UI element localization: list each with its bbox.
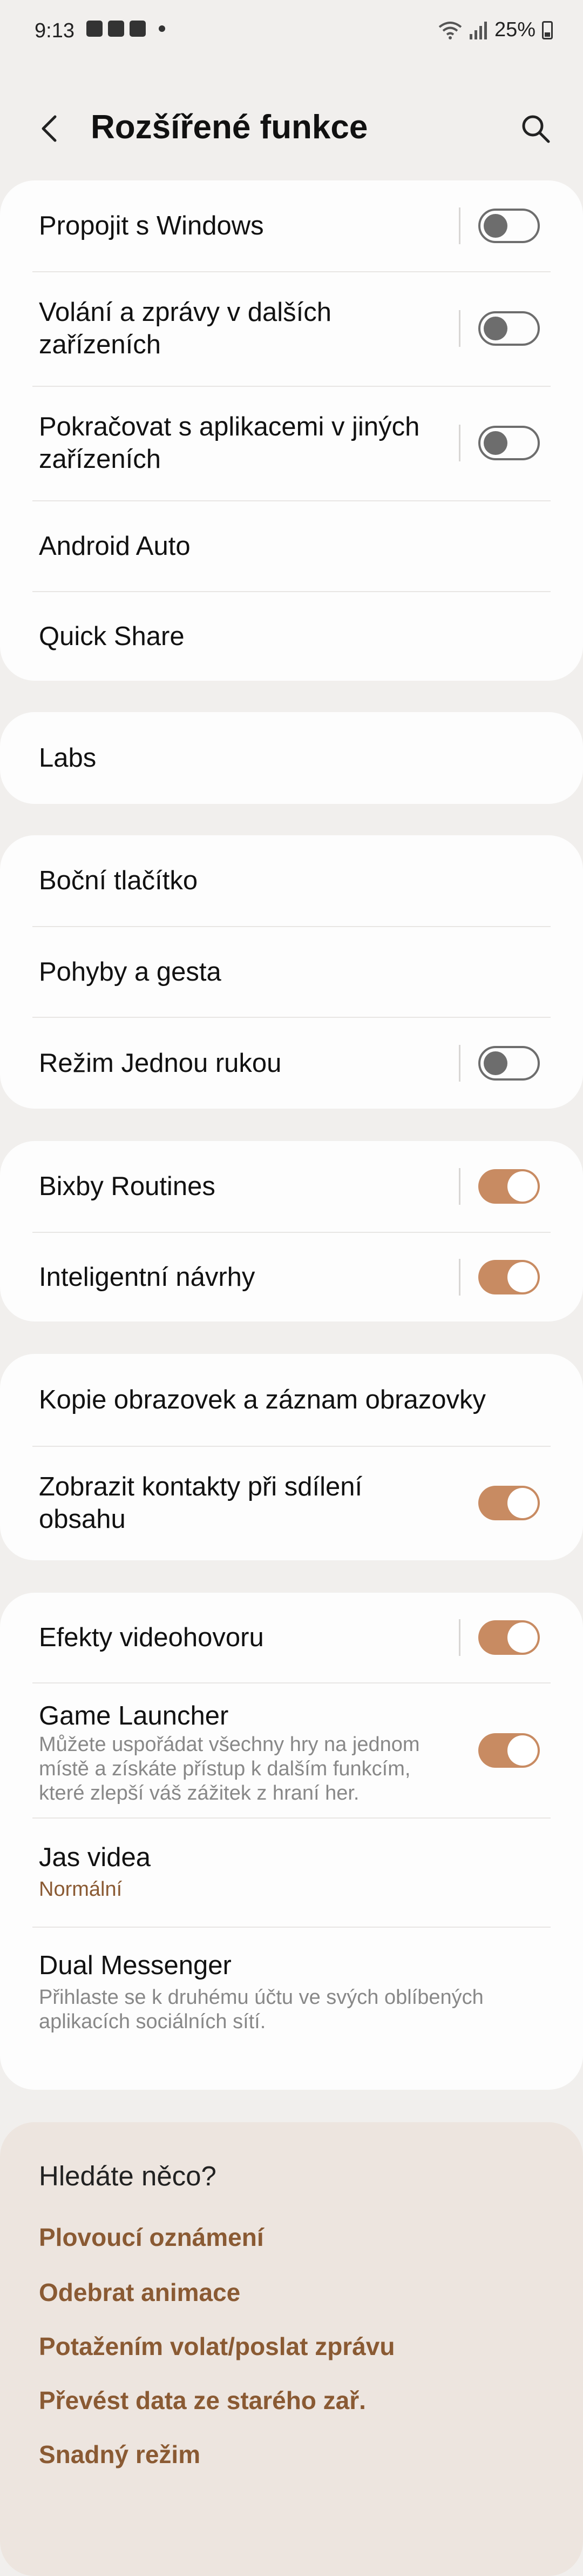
card-video-games: Efekty videohovoru Game Launcher Můžete … — [0, 1593, 583, 2090]
setting-label: Pohyby a gesta — [39, 957, 221, 987]
status-right: 25% — [438, 18, 553, 42]
setting-labs[interactable]: Labs — [0, 712, 583, 804]
search-icon[interactable] — [518, 111, 553, 146]
setting-label: Boční tlačítko — [39, 866, 198, 895]
separator — [459, 310, 460, 347]
card-bixby: Bixby Routines Inteligentní návrhy — [0, 1141, 583, 1321]
setting-label: Game Launcher — [39, 1701, 229, 1730]
toggle-switch[interactable] — [478, 1169, 540, 1204]
setting-label-line1: Zobrazit kontakty při sdílení — [39, 1472, 363, 1501]
card-screenshots: Kopie obrazovek a záznam obrazovky Zobra… — [0, 1354, 583, 1560]
setting-bixby-routines[interactable]: Bixby Routines — [0, 1141, 583, 1232]
gallery-notification-icon — [86, 21, 103, 37]
youtube-notification-icon-2 — [130, 21, 146, 37]
setting-rezim-jednou-rukou[interactable]: Režim Jednou rukou — [0, 1018, 583, 1109]
toggle-switch[interactable] — [478, 1486, 540, 1520]
setting-label: Bixby Routines — [39, 1172, 215, 1201]
suggestion-link[interactable]: Převést data ze starého zař. — [39, 2386, 366, 2415]
separator — [459, 207, 460, 244]
setting-label-line1: Volání a zprávy v dalších — [39, 298, 332, 327]
setting-jas-videa[interactable]: Jas videa Normální — [0, 1819, 583, 1927]
toggle-switch[interactable] — [478, 1046, 540, 1081]
setting-game-launcher[interactable]: Game Launcher Můžete uspořádat všechny h… — [0, 1683, 583, 1817]
setting-label: Efekty videohovoru — [39, 1623, 264, 1652]
toggle-switch[interactable] — [478, 1733, 540, 1768]
setting-label: Inteligentní návrhy — [39, 1263, 255, 1292]
suggestions-heading: Hledáte něco? — [39, 2161, 216, 2191]
suggestion-link[interactable]: Potažením volat/poslat zprávu — [39, 2332, 395, 2361]
setting-label: Kopie obrazovek a záznam obrazovky — [39, 1385, 486, 1414]
status-time: 9:13 — [35, 19, 74, 42]
setting-label: Quick Share — [39, 622, 185, 651]
setting-volani-a-zpravy[interactable]: Volání a zprávy v dalších zařízeních — [0, 272, 583, 386]
battery-icon — [542, 21, 553, 39]
setting-label: Jas videa — [39, 1843, 151, 1872]
separator — [459, 1168, 460, 1205]
setting-description-line3: které zlepší váš zážitek z hraní her. — [39, 1782, 360, 1804]
setting-description-line1: Můžete uspořádat všechny hry na jednom — [39, 1733, 420, 1756]
setting-efekty-videohovoru[interactable]: Efekty videohovoru — [0, 1593, 583, 1682]
toggle-switch[interactable] — [478, 209, 540, 243]
app-bar: Rozšířené funkce — [0, 92, 583, 167]
separator — [459, 425, 460, 461]
setting-propojit-s-windows[interactable]: Propojit s Windows — [0, 180, 583, 271]
setting-android-auto[interactable]: Android Auto — [0, 501, 583, 591]
setting-label: Dual Messenger — [39, 1951, 232, 1980]
setting-label-line2: zařízeních — [39, 330, 161, 359]
setting-dual-messenger[interactable]: Dual Messenger Přihlaste se k druhému úč… — [0, 1928, 583, 2090]
signal-icon — [469, 21, 487, 39]
separator — [459, 1259, 460, 1296]
setting-inteligentni-navrhy[interactable]: Inteligentní návrhy — [0, 1233, 583, 1321]
setting-label-line1: Pokračovat s aplikacemi v jiných — [39, 412, 420, 441]
setting-label: Režim Jednou rukou — [39, 1049, 282, 1078]
setting-quick-share[interactable]: Quick Share — [0, 592, 583, 681]
wifi-icon — [438, 21, 462, 39]
setting-label-line2: zařízeních — [39, 445, 161, 474]
suggestions-panel: Hledáte něco? Plovoucí oznámení Odebrat … — [0, 2122, 583, 2576]
back-arrow-icon[interactable] — [35, 112, 67, 145]
setting-zobrazit-kontakty[interactable]: Zobrazit kontakty při sdílení obsahu — [0, 1447, 583, 1560]
page-title: Rozšířené funkce — [91, 109, 368, 146]
suggestion-link[interactable]: Snadný režim — [39, 2440, 200, 2469]
setting-kopie-obrazovek[interactable]: Kopie obrazovek a záznam obrazovky — [0, 1354, 583, 1446]
card-gestures: Boční tlačítko Pohyby a gesta Režim Jedn… — [0, 835, 583, 1109]
setting-pokracovat-s-aplikacemi[interactable]: Pokračovat s aplikacemi v jiných zařízen… — [0, 387, 583, 500]
toggle-switch[interactable] — [478, 1620, 540, 1655]
setting-pohyby-a-gesta[interactable]: Pohyby a gesta — [0, 927, 583, 1017]
toggle-switch[interactable] — [478, 311, 540, 346]
setting-value: Normální — [39, 1878, 123, 1901]
card-connectivity: Propojit s Windows Volání a zprávy v dal… — [0, 180, 583, 681]
setting-label: Labs — [39, 743, 97, 773]
suggestion-link[interactable]: Plovoucí oznámení — [39, 2223, 264, 2252]
more-notifications-dot — [159, 25, 165, 32]
suggestion-link[interactable]: Odebrat animace — [39, 2278, 240, 2307]
toggle-switch[interactable] — [478, 1260, 540, 1294]
youtube-notification-icon — [108, 21, 124, 37]
setting-description-line2: aplikacích sociálních sítí. — [39, 2010, 266, 2033]
notification-icons — [86, 21, 165, 37]
card-labs: Labs — [0, 712, 583, 804]
separator — [459, 1045, 460, 1082]
status-bar: 9:13 25% — [0, 0, 583, 61]
toggle-switch[interactable] — [478, 426, 540, 460]
setting-label-line2: obsahu — [39, 1505, 126, 1534]
setting-label: Propojit s Windows — [39, 211, 264, 240]
battery-percent: 25% — [494, 18, 535, 41]
setting-label: Android Auto — [39, 532, 191, 561]
setting-description-line2: místě a získáte přístup k dalším funkcím… — [39, 1757, 411, 1780]
separator — [459, 1619, 460, 1656]
setting-description-line1: Přihlaste se k druhému účtu ve svých obl… — [39, 1986, 484, 2009]
setting-bocni-tlacitko[interactable]: Boční tlačítko — [0, 835, 583, 926]
